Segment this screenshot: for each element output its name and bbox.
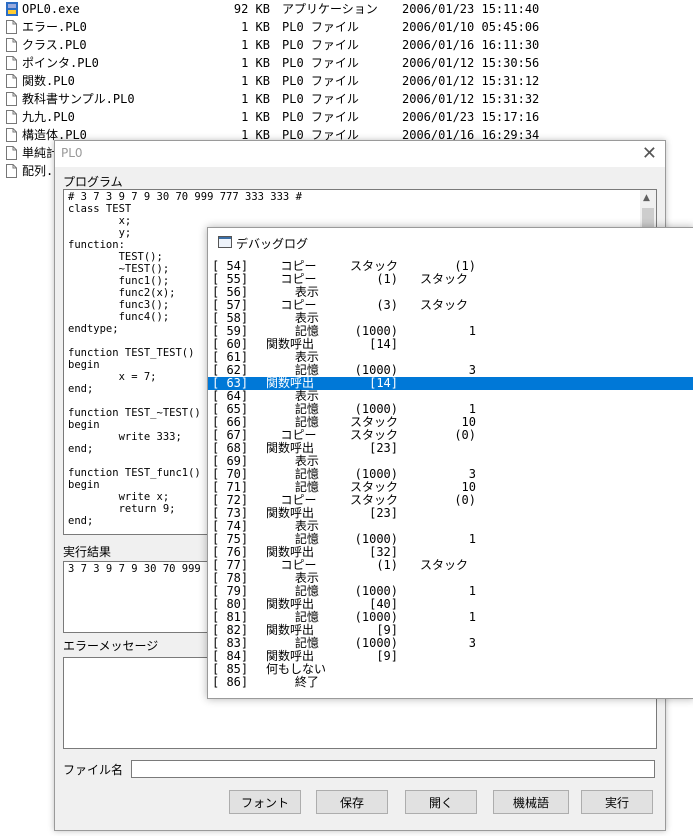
file-row[interactable]: 関数.PL0 1 KB PL0 ファイル 2006/01/12 15:31:12 [0, 72, 693, 90]
log-arg1: [23] [369, 441, 398, 455]
file-type: PL0 ファイル [282, 92, 359, 106]
file-type: PL0 ファイル [282, 56, 359, 70]
log-arg3: (0) [454, 493, 476, 507]
log-arg1: (1) [376, 558, 398, 572]
file-date: 2006/01/12 15:31:32 [402, 92, 540, 106]
debug-window-title: デバッグログ [236, 237, 309, 251]
file-type: アプリケーション [282, 2, 378, 16]
window-icon [218, 236, 232, 248]
exe-icon [6, 2, 18, 16]
file-size: 1 KB [241, 92, 270, 106]
log-arg1: (1) [376, 272, 398, 286]
log-arg3: 3 [468, 636, 476, 650]
file-date: 2006/01/12 15:31:12 [402, 74, 540, 88]
file-icon [6, 56, 17, 70]
file-type: PL0 ファイル [282, 110, 359, 124]
file-date: 2006/01/23 15:11:40 [402, 2, 540, 16]
log-arg2: スタック [420, 298, 469, 312]
file-icon [6, 20, 17, 34]
log-arg3: 1 [468, 610, 476, 624]
close-icon[interactable]: ✕ [642, 143, 657, 164]
file-date: 2006/01/10 05:45:06 [402, 20, 540, 34]
file-name: 単純計 [22, 146, 59, 160]
file-name: 教科書サンプル.PL0 [22, 92, 135, 106]
file-row[interactable]: 九九.PL0 1 KB PL0 ファイル 2006/01/23 15:17:16 [0, 108, 693, 126]
pl0-window-title: PL0 [61, 146, 83, 160]
scroll-up-icon[interactable]: ▲ [643, 193, 650, 203]
output-label: 実行結果 [63, 545, 112, 559]
pl0-titlebar[interactable]: PL0 ✕ [55, 141, 665, 167]
log-arg1: (3) [376, 298, 398, 312]
log-arg3: (0) [454, 428, 476, 442]
font-button[interactable]: フォント [229, 790, 301, 814]
file-name: OPL0.exe [22, 2, 80, 16]
log-index: [ 86] [212, 675, 249, 689]
file-row[interactable]: エラー.PL0 1 KB PL0 ファイル 2006/01/10 05:45:06 [0, 18, 693, 36]
log-arg1: [23] [369, 506, 398, 520]
file-name: エラー.PL0 [22, 20, 87, 34]
log-arg2: スタック [420, 558, 469, 572]
file-name: 九九.PL0 [22, 110, 75, 124]
log-arg3: 1 [468, 584, 476, 598]
log-arg1: [14] [369, 337, 398, 351]
file-icon [6, 38, 17, 52]
file-icon [6, 74, 17, 88]
log-row[interactable]: [ 86] 終了 [208, 676, 693, 689]
file-size: 1 KB [241, 110, 270, 124]
file-row[interactable]: 教科書サンプル.PL0 1 KB PL0 ファイル 2006/01/12 15:31:… [0, 90, 693, 108]
file-date: 2006/01/12 15:30:56 [402, 56, 540, 70]
log-op: 終了 [266, 675, 319, 689]
file-date: 2006/01/23 15:17:16 [402, 110, 540, 124]
file-name: 関数.PL0 [22, 74, 75, 88]
file-size: 1 KB [241, 56, 270, 70]
program-label: プログラム [63, 175, 123, 189]
debug-log-window: デバッグログ [ 54] コピー スタック (1)[ 55] コピー (1) スタック[… [207, 227, 693, 699]
file-type: PL0 ファイル [282, 38, 359, 52]
log-arg3: 1 [468, 324, 476, 338]
file-name: ポインタ.PL0 [22, 56, 99, 70]
save-button[interactable]: 保存 [316, 790, 388, 814]
file-type: PL0 ファイル [282, 74, 359, 88]
log-arg2: スタック [420, 272, 469, 286]
file-icon [6, 146, 17, 160]
file-icon [6, 128, 17, 142]
open-button[interactable]: 開く [405, 790, 477, 814]
log-arg1: [14] [369, 376, 398, 390]
file-date: 2006/01/16 16:11:30 [402, 38, 540, 52]
log-arg3: 1 [468, 532, 476, 546]
file-name-label: ファイル名 [63, 763, 124, 777]
file-row[interactable]: ポインタ.PL0 1 KB PL0 ファイル 2006/01/12 15:30:56 [0, 54, 693, 72]
file-type: PL0 ファイル [282, 20, 359, 34]
file-row[interactable]: OPL0.exe 92 KB アプリケーション 2006/01/23 15:11:40 [0, 0, 693, 18]
file-size: 1 KB [241, 38, 270, 52]
debug-titlebar[interactable]: デバッグログ [208, 228, 693, 256]
file-icon [6, 164, 17, 178]
file-name: クラス.PL0 [22, 38, 87, 52]
file-name-input[interactable] [131, 760, 655, 778]
file-icon [6, 92, 17, 106]
file-icon [6, 110, 17, 124]
log-arg1: [9] [376, 649, 398, 663]
file-size: 1 KB [241, 20, 270, 34]
file-row[interactable]: クラス.PL0 1 KB PL0 ファイル 2006/01/16 16:11:30 [0, 36, 693, 54]
error-label: エラーメッセージ [63, 639, 159, 653]
machine-code-button[interactable]: 機械語 [493, 790, 569, 814]
run-button[interactable]: 実行 [581, 790, 653, 814]
file-size: 1 KB [241, 74, 270, 88]
log-arg3: 3 [468, 363, 476, 377]
file-size: 92 KB [233, 2, 270, 16]
